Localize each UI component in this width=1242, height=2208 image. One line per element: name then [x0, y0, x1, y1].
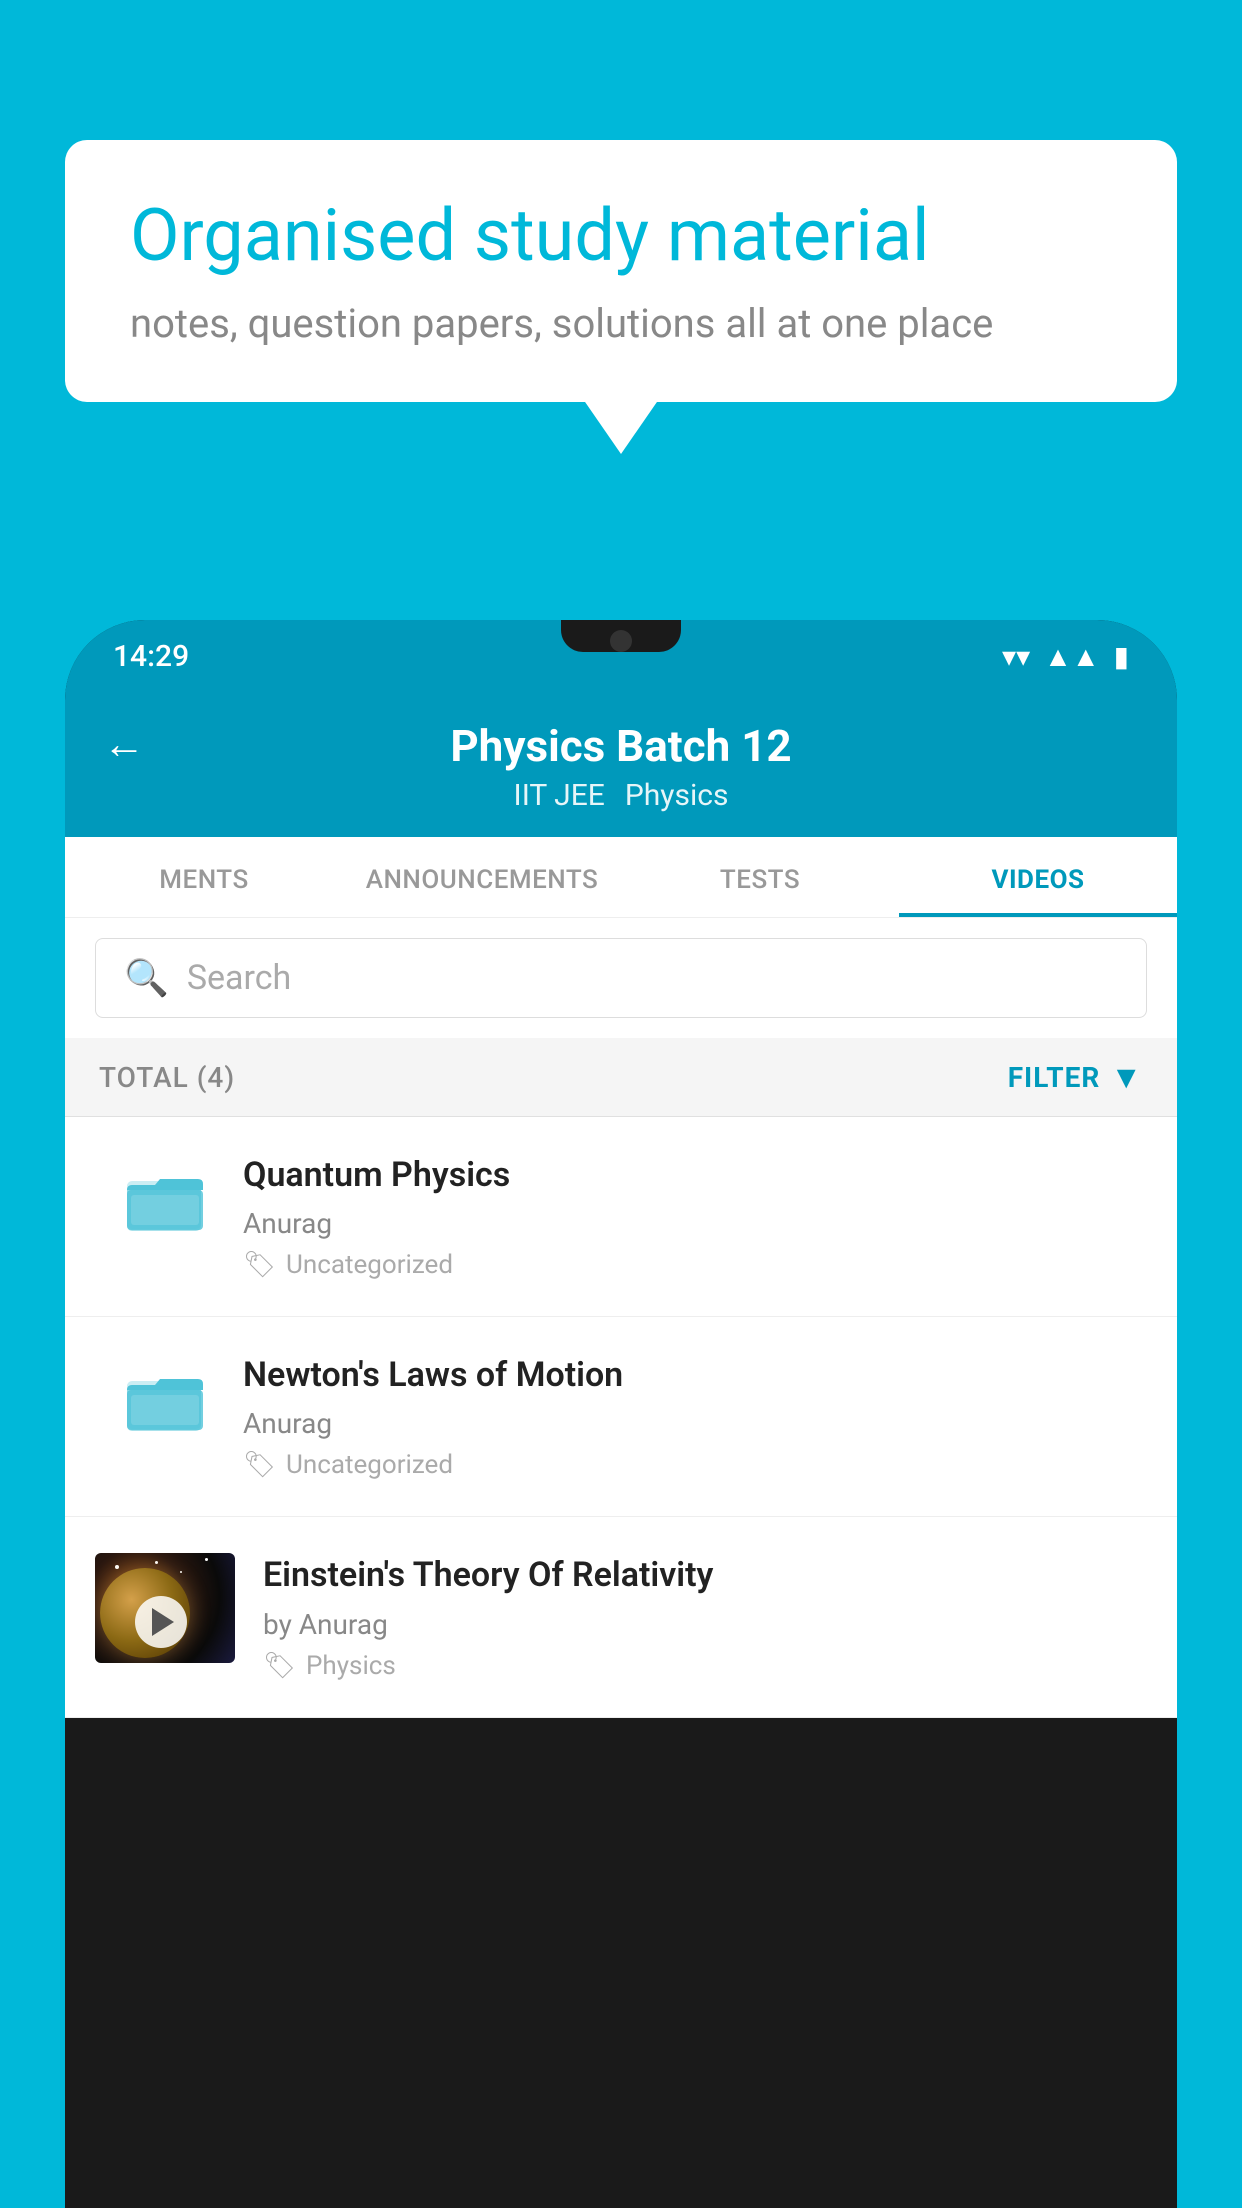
play-button[interactable]	[135, 1596, 187, 1648]
list-item[interactable]: Newton's Laws of Motion Anurag 🏷 Uncateg…	[65, 1317, 1177, 1517]
speech-bubble-subtext: notes, question papers, solutions all at…	[130, 300, 1112, 347]
batch-title: Physics Batch 12	[450, 720, 791, 772]
signal-icon: ▲▲	[1044, 640, 1099, 673]
thumb-visual	[95, 1553, 235, 1663]
subtitle-iit: IIT JEE	[514, 778, 605, 813]
video-list: Quantum Physics Anurag 🏷 Uncategorized	[65, 1117, 1177, 1718]
app-header: ← Physics Batch 12 IIT JEE Physics	[65, 692, 1177, 837]
filter-icon: ▼	[1110, 1058, 1143, 1096]
video-info-einstein: Einstein's Theory Of Relativity by Anura…	[263, 1553, 1147, 1680]
tag-text: Uncategorized	[286, 1250, 453, 1280]
tab-tests[interactable]: TESTS	[621, 837, 899, 917]
total-count: TOTAL (4)	[99, 1061, 235, 1094]
tab-videos[interactable]: VIDEOS	[899, 837, 1177, 917]
filter-label: FILTER	[1008, 1061, 1101, 1094]
video-info-quantum: Quantum Physics Anurag 🏷 Uncategorized	[243, 1153, 1147, 1280]
tag-icon: 🏷	[243, 1450, 276, 1480]
search-input-wrap[interactable]: 🔍 Search	[95, 938, 1147, 1018]
video-author: by Anurag	[263, 1608, 1147, 1641]
folder-icon-newton	[115, 1353, 215, 1443]
filter-bar: TOTAL (4) FILTER ▼	[65, 1038, 1177, 1117]
video-tag: 🏷 Physics	[263, 1651, 1147, 1681]
video-title: Quantum Physics	[243, 1153, 1147, 1197]
video-tag: 🏷 Uncategorized	[243, 1450, 1147, 1480]
batch-subtitle: IIT JEE Physics	[514, 778, 729, 813]
battery-icon: ▮	[1114, 640, 1129, 673]
tag-icon: 🏷	[263, 1651, 296, 1681]
filter-button[interactable]: FILTER ▼	[1008, 1058, 1143, 1096]
status-icons: ▾▾ ▲▲ ▮	[1002, 640, 1129, 673]
video-thumbnail-einstein	[95, 1553, 235, 1663]
search-placeholder: Search	[187, 958, 291, 998]
folder-icon-quantum	[115, 1153, 215, 1243]
video-title: Newton's Laws of Motion	[243, 1353, 1147, 1397]
front-camera	[610, 630, 632, 652]
tab-ments[interactable]: MENTS	[65, 837, 343, 917]
search-icon: 🔍	[124, 957, 169, 999]
speech-bubble-heading: Organised study material	[130, 195, 1112, 278]
speech-bubble: Organised study material notes, question…	[65, 140, 1177, 402]
video-title: Einstein's Theory Of Relativity	[263, 1553, 1147, 1597]
tag-text: Uncategorized	[286, 1450, 453, 1480]
list-item[interactable]: Einstein's Theory Of Relativity by Anura…	[65, 1517, 1177, 1717]
status-time: 14:29	[113, 639, 189, 674]
subtitle-physics: Physics	[625, 778, 729, 813]
tabs-container: MENTS ANNOUNCEMENTS TESTS VIDEOS	[65, 837, 1177, 918]
list-item[interactable]: Quantum Physics Anurag 🏷 Uncategorized	[65, 1117, 1177, 1317]
tag-text: Physics	[306, 1651, 396, 1681]
phone-frame: 14:29 ▾▾ ▲▲ ▮ ← Physics Batch 12 IIT JEE…	[65, 620, 1177, 2208]
search-container: 🔍 Search	[65, 918, 1177, 1038]
wifi-icon: ▾▾	[1002, 640, 1030, 673]
back-button[interactable]: ←	[103, 720, 145, 769]
video-author: Anurag	[243, 1407, 1147, 1440]
tab-announcements[interactable]: ANNOUNCEMENTS	[343, 837, 621, 917]
tag-icon: 🏷	[243, 1250, 276, 1280]
status-bar: 14:29 ▾▾ ▲▲ ▮	[65, 620, 1177, 692]
video-info-newton: Newton's Laws of Motion Anurag 🏷 Uncateg…	[243, 1353, 1147, 1480]
video-tag: 🏷 Uncategorized	[243, 1250, 1147, 1280]
video-author: Anurag	[243, 1207, 1147, 1240]
speech-bubble-container: Organised study material notes, question…	[65, 140, 1177, 402]
